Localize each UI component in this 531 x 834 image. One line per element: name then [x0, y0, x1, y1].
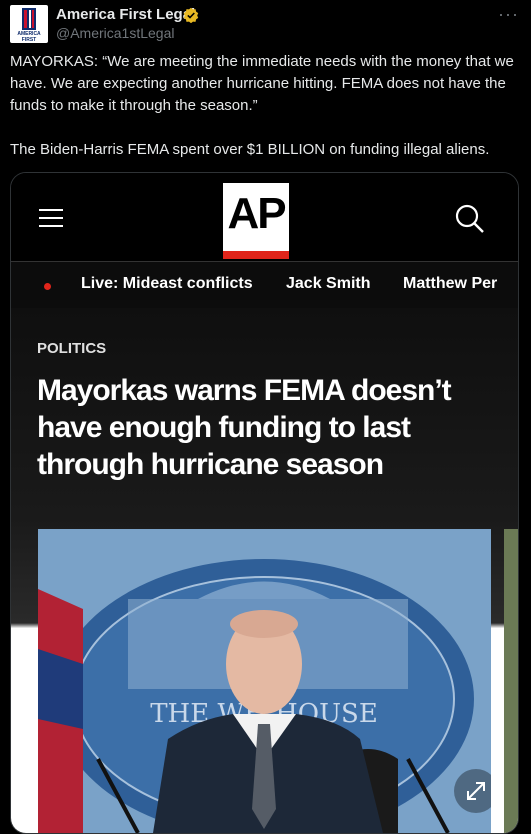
ap-logo-red-bar [223, 251, 289, 259]
ap-logo[interactable]: AP [223, 183, 289, 259]
more-icon[interactable]: ··· [498, 4, 519, 25]
section-label[interactable]: POLITICS [37, 340, 106, 357]
flag-logo-icon [22, 8, 36, 30]
article-preview: POLITICS Mayorkas warns FEMA doesn’t hav… [11, 308, 518, 833]
avatar-brand-text: AMERICA FIRST [17, 31, 41, 43]
verified-badge-icon [183, 7, 199, 23]
press-briefing-image: THE WH HOUSE [38, 529, 491, 833]
article-headline[interactable]: Mayorkas warns FEMA doesn’t have enough … [37, 372, 487, 483]
live-dot-icon [44, 283, 51, 290]
tweet-text-comment: The Biden-Harris FEMA spent over $1 BILL… [10, 141, 490, 158]
link-card[interactable]: AP Live: Mideast conflicts Jack Smith Ma… [10, 172, 519, 834]
tweet-text-quote: MAYORKAS: “We are meeting the immediate … [10, 53, 514, 114]
author-handle[interactable]: @America1stLegal [56, 25, 175, 41]
hamburger-icon[interactable] [39, 209, 63, 227]
topic-nav: Live: Mideast conflicts Jack Smith Matth… [11, 262, 518, 308]
search-icon[interactable] [454, 203, 486, 235]
nav-item-matthew[interactable]: Matthew Per [403, 275, 497, 293]
nav-item-mideast[interactable]: Live: Mideast conflicts [81, 275, 253, 293]
tweet: AMERICA FIRST America First Legal @Ameri… [0, 0, 531, 834]
author-name[interactable]: America First Legal [56, 6, 195, 23]
ap-logo-text: AP [227, 189, 286, 238]
article-photo[interactable]: THE WH HOUSE [38, 529, 491, 833]
avatar[interactable]: AMERICA FIRST [10, 5, 48, 43]
expand-icon[interactable] [454, 769, 491, 813]
tweet-text: MAYORKAS: “We are meeting the immediate … [10, 51, 525, 161]
nav-item-jack-smith[interactable]: Jack Smith [286, 275, 370, 293]
next-photo-peek [504, 529, 518, 833]
ap-header: AP [11, 173, 518, 261]
